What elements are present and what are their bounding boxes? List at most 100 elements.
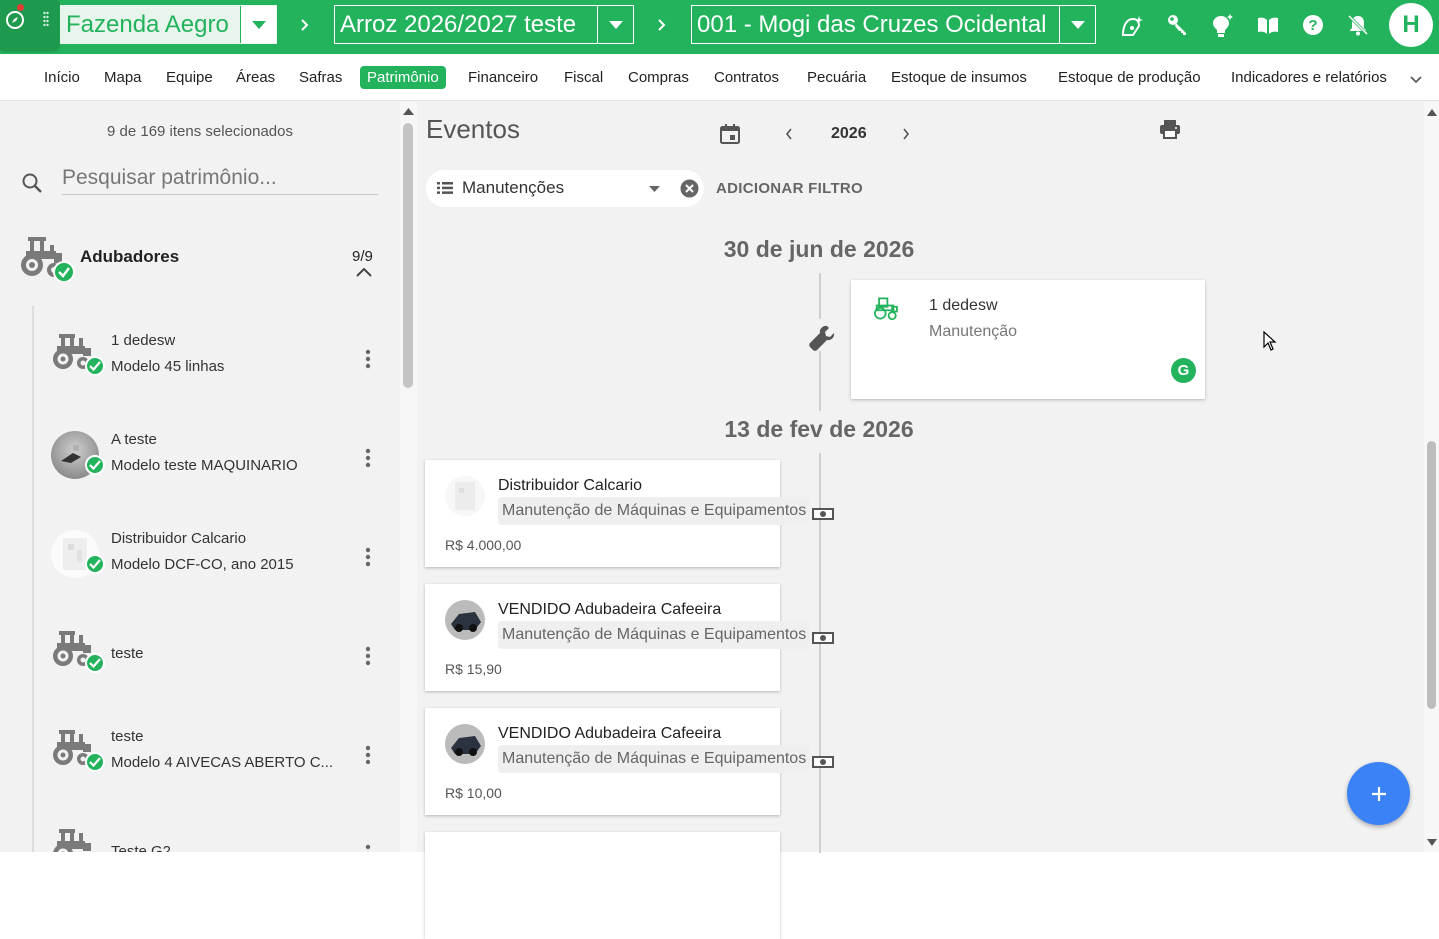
sidebar-scrollbar[interactable]	[400, 101, 417, 852]
event-value: R$ 10,00	[445, 785, 502, 801]
clear-icon[interactable]	[680, 179, 699, 198]
group-header[interactable]: Adubadores 9/9	[0, 231, 400, 283]
selection-count: 9 de 169 itens selecionados	[0, 123, 400, 140]
nav-areas[interactable]: Áreas	[236, 66, 275, 89]
date-heading: 13 de fev de 2026	[669, 416, 969, 443]
check-icon	[85, 554, 105, 574]
item-name: A teste	[111, 431, 157, 448]
farm-name: Fazenda Aegro	[61, 11, 240, 39]
drag-handle-icon[interactable]	[43, 11, 49, 27]
list-icon	[437, 182, 453, 194]
more-vert-icon[interactable]	[364, 833, 372, 852]
nav-financeiro[interactable]: Financeiro	[468, 66, 538, 89]
check-icon	[85, 653, 105, 673]
add-event-button[interactable]	[1347, 762, 1410, 825]
list-item[interactable]: A teste Modelo teste MAQUINARIO	[40, 425, 400, 505]
notifications-off-icon[interactable]	[1346, 13, 1370, 37]
nav-pecuaria[interactable]: Pecuária	[807, 66, 866, 89]
print-icon[interactable]	[1159, 119, 1181, 139]
list-item[interactable]: teste Modelo 4 AIVECAS ABERTO C...	[40, 722, 400, 802]
nav-contratos[interactable]: Contratos	[714, 66, 779, 89]
nav-fiscal[interactable]: Fiscal	[564, 66, 603, 89]
top-bar: Fazenda Aegro Arroz 2026/2027 teste 001 …	[0, 0, 1439, 54]
category-badge: Manutenção de Máquinas e Equipamentos	[498, 745, 810, 773]
item-name: teste	[111, 645, 144, 662]
check-icon	[85, 455, 105, 475]
assistant-icon[interactable]	[1119, 13, 1145, 39]
season-selector[interactable]: Arroz 2026/2027 teste	[334, 5, 634, 44]
event-card[interactable]: 1 dedesw Manutenção G	[851, 280, 1205, 399]
filter-label: Manutenções	[462, 178, 564, 198]
main-navigation: Início Mapa Equipe Áreas Safras Patrimôn…	[0, 54, 1439, 101]
chevron-down-icon[interactable]	[597, 6, 633, 43]
asset-sidebar: 9 de 169 itens selecionados Adubadores 9…	[0, 101, 400, 852]
more-vert-icon[interactable]	[364, 635, 372, 675]
chevron-left-icon[interactable]	[784, 127, 794, 141]
money-icon	[811, 754, 835, 770]
category-badge: Manutenção de Máquinas e Equipamentos	[498, 497, 810, 525]
money-icon	[811, 506, 835, 522]
svg-text:?: ?	[1308, 17, 1317, 34]
item-model: Modelo 4 AIVECAS ABERTO C...	[111, 754, 333, 771]
tree-connector	[32, 306, 34, 852]
compass-icon	[5, 10, 25, 30]
year-label: 2026	[831, 125, 867, 143]
add-filter-button[interactable]: ADICIONAR FILTRO	[716, 180, 863, 197]
scrollbar-thumb[interactable]	[403, 123, 413, 388]
nav-indicadores[interactable]: Indicadores e relatórios	[1231, 66, 1387, 89]
more-vert-icon[interactable]	[364, 536, 372, 576]
list-item[interactable]: 1 dedesw Modelo 45 linhas	[40, 326, 400, 406]
user-avatar: G	[1171, 358, 1196, 383]
calendar-icon[interactable]	[719, 123, 741, 145]
date-heading: 30 de jun de 2026	[669, 236, 969, 263]
filter-chip[interactable]: Manutenções	[426, 170, 704, 207]
farm-selector[interactable]: Fazenda Aegro	[60, 5, 277, 44]
list-item[interactable]: Distribuidor Calcario Modelo DCF-CO, ano…	[40, 524, 400, 604]
scrollbar-thumb[interactable]	[1427, 441, 1436, 709]
chevron-up-icon[interactable]	[356, 267, 372, 277]
asset-photo	[445, 476, 485, 516]
chevron-down-icon[interactable]	[240, 6, 276, 43]
event-title: 1 dedesw	[929, 297, 998, 315]
tractor-icon	[18, 235, 76, 281]
chevron-right-icon[interactable]	[901, 127, 911, 141]
list-item[interactable]: teste	[40, 623, 400, 703]
notification-dot	[17, 4, 24, 11]
user-avatar[interactable]: H	[1389, 3, 1433, 47]
help-icon[interactable]: ?	[1301, 13, 1325, 37]
chevron-right-icon	[300, 16, 310, 34]
nav-inicio[interactable]: Início	[44, 66, 80, 89]
lightbulb-icon[interactable]	[1210, 13, 1234, 39]
nav-safras[interactable]: Safras	[299, 66, 342, 89]
key-icon[interactable]	[1166, 13, 1190, 37]
book-icon[interactable]	[1256, 13, 1280, 37]
main-scrollbar[interactable]	[1424, 101, 1439, 852]
event-card[interactable]: Distribuidor Calcario Manutenção de Máqu…	[425, 460, 780, 567]
list-item[interactable]: Teste G2	[40, 821, 400, 852]
nav-patrimonio[interactable]: Patrimônio	[360, 66, 446, 89]
nav-estoque-insumos[interactable]: Estoque de insumos	[891, 66, 1027, 89]
more-vert-icon[interactable]	[364, 734, 372, 774]
nav-compras[interactable]: Compras	[628, 66, 689, 89]
field-selector[interactable]: 001 - Mogi das Cruzes Ocidental	[691, 5, 1096, 44]
asset-photo	[445, 600, 485, 640]
scroll-down-icon[interactable]	[1427, 839, 1437, 846]
scroll-up-icon[interactable]	[403, 107, 414, 115]
event-card[interactable]: VENDIDO Adubadeira Cafeeira Manutenção d…	[425, 708, 780, 815]
item-name: teste	[111, 728, 144, 745]
search-input[interactable]	[62, 161, 378, 195]
event-card[interactable]: VENDIDO Adubadeira Cafeeira Manutenção d…	[425, 584, 780, 691]
scroll-up-icon[interactable]	[1427, 109, 1437, 116]
more-vert-icon[interactable]	[364, 437, 372, 477]
chevron-down-icon[interactable]	[1410, 76, 1422, 84]
item-name: Distribuidor Calcario	[111, 530, 246, 547]
chevron-down-icon[interactable]	[649, 186, 660, 192]
event-card[interactable]	[425, 832, 780, 939]
nav-estoque-producao[interactable]: Estoque de produção	[1058, 66, 1201, 89]
app-menu-button[interactable]	[0, 0, 58, 50]
more-vert-icon[interactable]	[364, 338, 372, 378]
chevron-down-icon[interactable]	[1059, 6, 1095, 43]
nav-mapa[interactable]: Mapa	[104, 66, 142, 89]
nav-equipe[interactable]: Equipe	[166, 66, 213, 89]
group-title: Adubadores	[80, 247, 179, 267]
